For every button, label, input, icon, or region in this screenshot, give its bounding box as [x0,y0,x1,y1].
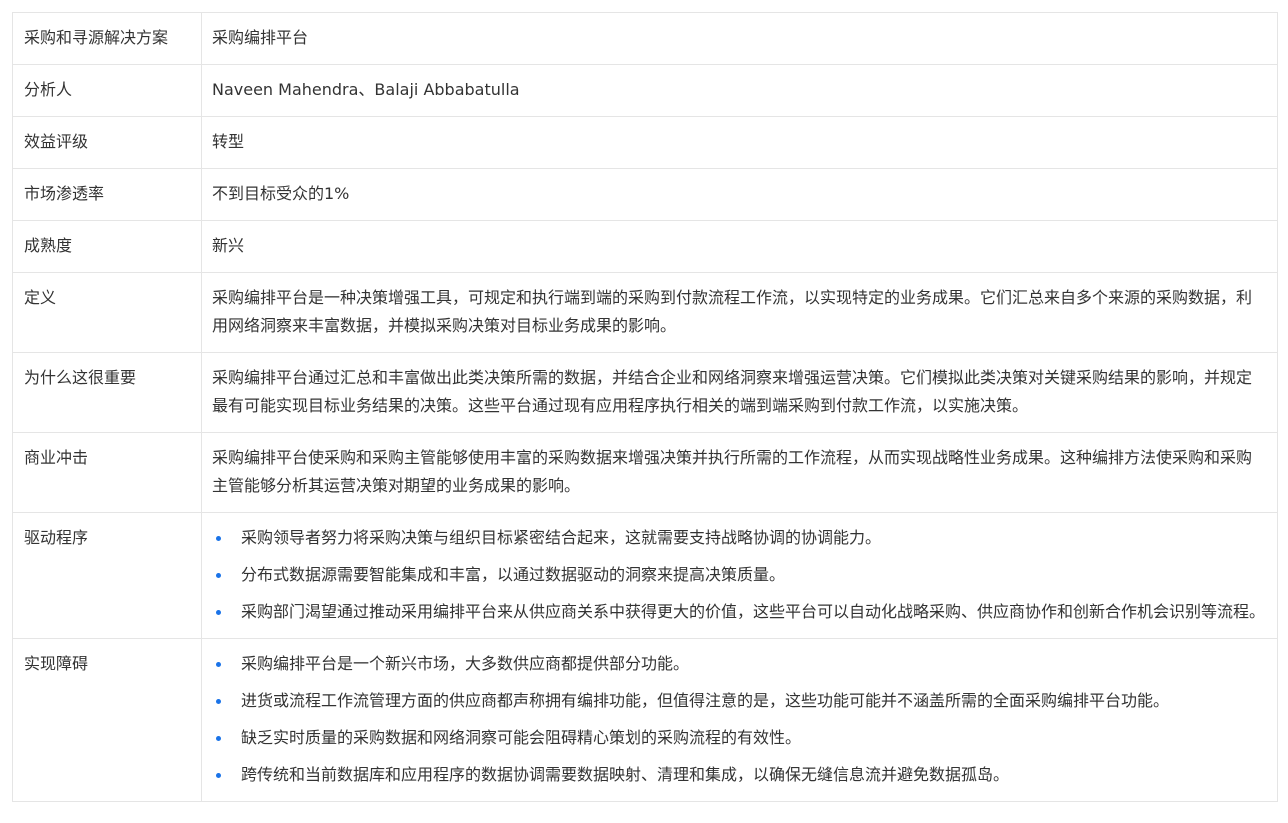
bullet-dot-icon [216,573,221,578]
row-label-penetration: 市场渗透率 [12,168,202,221]
row-value-definition: 采购编排平台是一种决策增强工具，可规定和执行端到端的采购到付款流程工作流，以实现… [201,272,1278,353]
row-value-importance: 采购编排平台通过汇总和丰富做出此类决策所需的数据，并结合企业和网络洞察来增强运营… [201,352,1278,433]
drivers-list: 采购领导者努力将采购决策与组织目标紧密结合起来，这就需要支持战略协调的协调能力。… [212,524,1267,626]
row-label-obstacles: 实现障碍 [12,638,202,802]
row-value-maturity: 新兴 [201,220,1278,273]
table-row-solution: 采购和寻源解决方案 采购编排平台 [12,12,1278,65]
list-item-text: 采购编排平台是一个新兴市场，大多数供应商都提供部分功能。 [241,654,690,673]
bullet-dot-icon [216,662,221,667]
bullet-dot-icon [216,736,221,741]
list-item-text: 分布式数据源需要智能集成和丰富，以通过数据驱动的洞察来提高决策质量。 [241,565,786,584]
row-value-analyst: Naveen Mahendra、Balaji Abbabatulla [201,64,1278,117]
table-row-definition: 定义 采购编排平台是一种决策增强工具，可规定和执行端到端的采购到付款流程工作流，… [12,272,1278,353]
row-label-solution: 采购和寻源解决方案 [12,12,202,65]
bullet-dot-icon [216,773,221,778]
table-row-importance: 为什么这很重要 采购编排平台通过汇总和丰富做出此类决策所需的数据，并结合企业和网… [12,352,1278,433]
list-item: 跨传统和当前数据库和应用程序的数据协调需要数据映射、清理和集成，以确保无缝信息流… [212,761,1267,789]
obstacles-list: 采购编排平台是一个新兴市场，大多数供应商都提供部分功能。 进货或流程工作流管理方… [212,650,1267,789]
bullet-dot-icon [216,536,221,541]
list-item-text: 缺乏实时质量的采购数据和网络洞察可能会阻碍精心策划的采购流程的有效性。 [241,728,802,747]
list-item-text: 采购领导者努力将采购决策与组织目标紧密结合起来，这就需要支持战略协调的协调能力。 [241,528,882,547]
list-item-text: 跨传统和当前数据库和应用程序的数据协调需要数据映射、清理和集成，以确保无缝信息流… [241,765,1010,784]
table-row-benefit: 效益评级 转型 [12,116,1278,169]
row-label-definition: 定义 [12,272,202,353]
table-row-obstacles: 实现障碍 采购编排平台是一个新兴市场，大多数供应商都提供部分功能。 进货或流程工… [12,638,1278,802]
row-label-analyst: 分析人 [12,64,202,117]
table-row-drivers: 驱动程序 采购领导者努力将采购决策与组织目标紧密结合起来，这就需要支持战略协调的… [12,512,1278,639]
row-value-benefit: 转型 [201,116,1278,169]
table-row-impact: 商业冲击 采购编排平台使采购和采购主管能够使用丰富的采购数据来增强决策并执行所需… [12,432,1278,513]
row-value-penetration: 不到目标受众的1% [201,168,1278,221]
list-item: 采购部门渴望通过推动采用编排平台来从供应商关系中获得更大的价值，这些平台可以自动… [212,598,1267,626]
table-row-maturity: 成熟度 新兴 [12,220,1278,273]
list-item-text: 进货或流程工作流管理方面的供应商都声称拥有编排功能，但值得注意的是，这些功能可能… [241,691,1170,710]
bullet-dot-icon [216,699,221,704]
hype-cycle-profile-table: 采购和寻源解决方案 采购编排平台 分析人 Naveen Mahendra、Bal… [12,12,1278,802]
table-row-analyst: 分析人 Naveen Mahendra、Balaji Abbabatulla [12,64,1278,117]
list-item: 缺乏实时质量的采购数据和网络洞察可能会阻碍精心策划的采购流程的有效性。 [212,724,1267,752]
hype-cycle-profile-table-wrapper: 采购和寻源解决方案 采购编排平台 分析人 Naveen Mahendra、Bal… [12,12,1278,802]
list-item-text: 采购部门渴望通过推动采用编排平台来从供应商关系中获得更大的价值，这些平台可以自动… [241,602,1266,621]
list-item: 进货或流程工作流管理方面的供应商都声称拥有编排功能，但值得注意的是，这些功能可能… [212,687,1267,715]
row-value-obstacles: 采购编排平台是一个新兴市场，大多数供应商都提供部分功能。 进货或流程工作流管理方… [201,638,1278,802]
row-label-drivers: 驱动程序 [12,512,202,639]
row-label-maturity: 成熟度 [12,220,202,273]
row-label-benefit: 效益评级 [12,116,202,169]
list-item: 分布式数据源需要智能集成和丰富，以通过数据驱动的洞察来提高决策质量。 [212,561,1267,589]
table-row-penetration: 市场渗透率 不到目标受众的1% [12,168,1278,221]
list-item: 采购编排平台是一个新兴市场，大多数供应商都提供部分功能。 [212,650,1267,678]
list-item: 采购领导者努力将采购决策与组织目标紧密结合起来，这就需要支持战略协调的协调能力。 [212,524,1267,552]
row-value-impact: 采购编排平台使采购和采购主管能够使用丰富的采购数据来增强决策并执行所需的工作流程… [201,432,1278,513]
row-value-solution: 采购编排平台 [201,12,1278,65]
row-label-importance: 为什么这很重要 [12,352,202,433]
row-value-drivers: 采购领导者努力将采购决策与组织目标紧密结合起来，这就需要支持战略协调的协调能力。… [201,512,1278,639]
bullet-dot-icon [216,610,221,615]
row-label-impact: 商业冲击 [12,432,202,513]
